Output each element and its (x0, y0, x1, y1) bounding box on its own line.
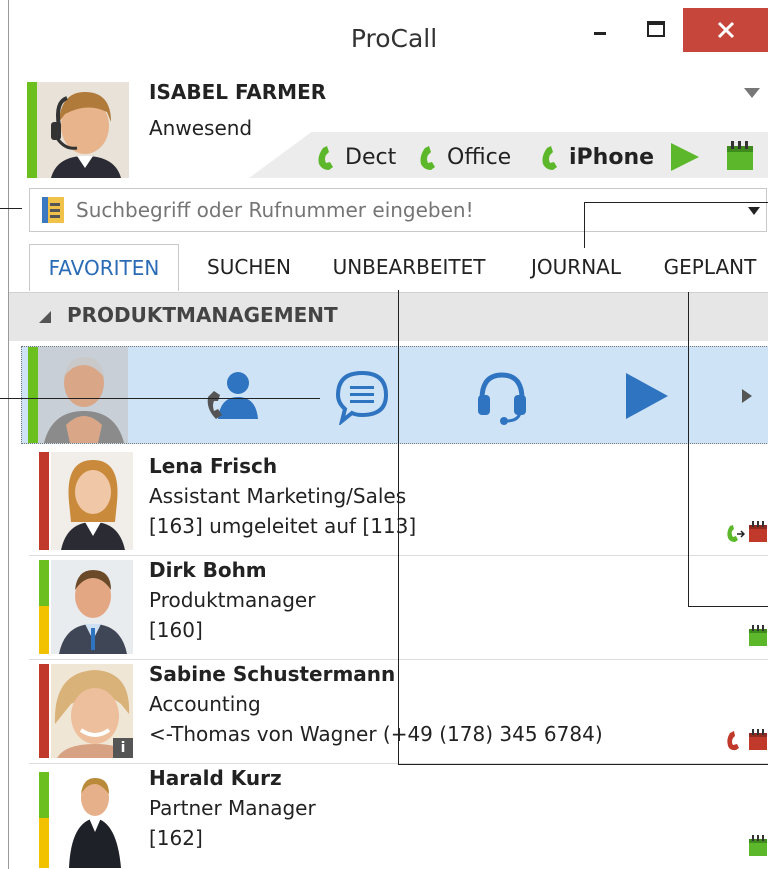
close-button[interactable] (683, 8, 768, 52)
call-forward-icon (727, 525, 745, 542)
contact-photo (51, 772, 133, 868)
contact-photo (51, 452, 133, 550)
contact-name: Dirk Bohm (149, 558, 267, 582)
play-button[interactable] (669, 142, 701, 176)
contact-name: Harald Kurz (149, 766, 282, 790)
chat-icon (335, 370, 389, 427)
tab-journal[interactable]: JOURNAL (515, 244, 637, 290)
user-menu-dropdown[interactable] (743, 84, 761, 103)
contact-role: Accounting (149, 692, 261, 716)
phone-icon (542, 146, 557, 170)
contact-phone-info: [163] umgeleitet auf [113] (149, 514, 417, 538)
window-title: ProCall (350, 24, 438, 53)
user-name: ISABEL FARMER (149, 80, 327, 104)
group-header[interactable]: PRODUKTMANAGEMENT (9, 292, 768, 341)
presence-strip (39, 452, 49, 550)
address-book-icon (42, 197, 64, 223)
calendar-busy-icon (749, 521, 767, 542)
search-input[interactable] (76, 193, 716, 227)
user-status[interactable]: Anwesend (149, 116, 252, 140)
callout-line-unbearbeitet-v (398, 290, 399, 764)
presence-strip-bottom (39, 818, 49, 868)
user-photo (37, 82, 129, 178)
contact-row[interactable]: Harald Kurz Partner Manager [162] (29, 764, 768, 868)
contact-avatar[interactable] (51, 772, 133, 868)
collapse-triangle-icon[interactable] (39, 311, 51, 323)
device-office[interactable]: Office (417, 141, 511, 173)
device-label: Dect (345, 144, 397, 170)
chat-button[interactable] (334, 369, 390, 429)
callout-line-journal-h (584, 202, 768, 203)
contact-avatar[interactable] (38, 347, 128, 443)
contact-name: Sabine Schustermann (149, 662, 396, 686)
tab-bar: FAVORITEN SUCHEN UNBEARBEITET JOURNAL GE… (29, 244, 768, 291)
minimize-icon (594, 32, 606, 35)
chevron-down-icon (744, 88, 760, 98)
presence-strip (39, 664, 49, 758)
device-iphone[interactable]: iPhone (539, 141, 654, 173)
user-avatar[interactable] (37, 82, 129, 178)
contact-avatar[interactable] (51, 560, 133, 654)
callout-line-chat (0, 398, 320, 399)
device-dect[interactable]: Dect (315, 141, 396, 173)
calendar-free-icon (749, 835, 767, 856)
maximize-button[interactable] (631, 10, 681, 50)
calendar-button[interactable] (725, 140, 755, 176)
headset-icon (478, 372, 526, 425)
contact-name: Lena Frisch (149, 454, 278, 478)
presence-strip-top (39, 772, 49, 818)
selected-contact-row[interactable] (21, 346, 768, 444)
contact-phone-info: <-Thomas von Wagner (+49 (178) 345 6784) (149, 722, 603, 746)
play-icon (626, 373, 668, 419)
callout-line-geplant-h (688, 606, 768, 607)
user-presence-strip (27, 82, 37, 178)
headset-button[interactable] (474, 369, 530, 431)
maximize-icon (647, 21, 665, 37)
tab-geplant[interactable]: GEPLANT (653, 244, 767, 290)
tab-suchen[interactable]: SUCHEN (197, 244, 301, 290)
contact-photo (38, 347, 128, 443)
search-box[interactable] (29, 188, 767, 232)
dropdown-arrow-icon[interactable] (748, 207, 760, 215)
procall-window: ProCall ISABEL FARMER Anwesend Dect Offi… (8, 0, 768, 869)
device-label: Office (447, 144, 512, 170)
call-contact-button[interactable] (202, 369, 258, 429)
contact-role: Partner Manager (149, 796, 316, 820)
info-icon[interactable]: i (113, 738, 133, 758)
callout-line-search (0, 208, 22, 209)
contact-phone-info: [162] (149, 826, 203, 850)
tab-favoriten[interactable]: FAVORITEN (29, 244, 179, 291)
contact-avatar[interactable] (51, 452, 133, 550)
minimize-button[interactable] (575, 10, 625, 50)
contact-role: Assistant Marketing/Sales (149, 484, 407, 508)
phone-icon (318, 146, 333, 170)
presence-strip (28, 347, 38, 443)
calendar-icon (727, 141, 753, 170)
calendar-free-icon (749, 625, 767, 646)
tab-unbearbeitet[interactable]: UNBEARBEITET (321, 244, 497, 290)
phone-busy-icon (727, 731, 739, 751)
calendar-busy-icon (749, 729, 767, 750)
callout-line-geplant-v (688, 292, 689, 606)
callout-line-journal-v (584, 202, 585, 248)
presence-strip-top (39, 560, 49, 606)
call-contact-icon (207, 372, 258, 419)
contact-role: Produktmanager (149, 588, 316, 612)
group-label: PRODUKTMANAGEMENT (67, 303, 338, 327)
callout-line-unbearbeitet-h (398, 764, 768, 765)
device-label: iPhone (569, 144, 655, 170)
more-actions-button[interactable] (740, 387, 754, 409)
play-action-button[interactable] (622, 371, 672, 425)
close-icon (717, 21, 735, 39)
contact-phone-info: [160] (149, 618, 203, 642)
title-bar: ProCall (9, 0, 768, 80)
contact-photo (51, 560, 133, 654)
presence-strip-bottom (39, 606, 49, 654)
chevron-right-icon (742, 389, 752, 403)
play-icon (671, 143, 699, 171)
phone-icon (420, 146, 435, 170)
